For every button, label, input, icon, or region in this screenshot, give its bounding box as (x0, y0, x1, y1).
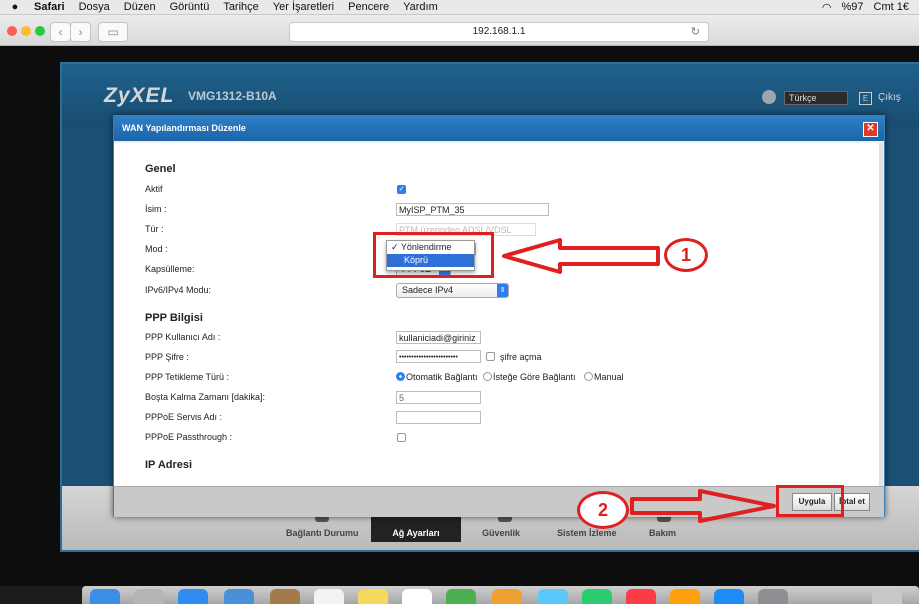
annotation-step-1: 1 (664, 238, 708, 272)
zoom-window-icon[interactable] (35, 26, 45, 36)
section-general: Genel (145, 163, 176, 175)
trigger-auto-radio[interactable] (396, 372, 405, 381)
calendar-icon[interactable] (314, 589, 344, 604)
ip-mode-select[interactable]: Sadece IPv4 ⇕ (396, 283, 509, 298)
books-icon[interactable] (670, 589, 700, 604)
launchpad-icon[interactable] (134, 589, 164, 604)
safari-toolbar: ‹ › ▭ 192.168.1.1 ↻ (0, 15, 919, 46)
pppoe-passthrough-label: PPPoE Passthrough : (145, 432, 233, 442)
ppp-password-input[interactable]: •••••••••••••••••••••••• (396, 350, 481, 363)
photos-icon[interactable] (492, 589, 522, 604)
menu-safari[interactable]: Safari (34, 1, 65, 13)
show-password-checkbox[interactable] (486, 352, 495, 361)
ppp-trigger-label: PPP Tetikleme Türü : (145, 372, 230, 382)
encapsulation-label: Kapsülleme: (145, 264, 195, 274)
pppoe-service-label: PPPoE Servis Adı : (145, 412, 223, 422)
show-password-label: şifre açma (500, 352, 542, 362)
trigger-ondemand-radio[interactable] (483, 372, 492, 381)
menu-view[interactable]: Görüntü (170, 1, 210, 13)
forward-button[interactable]: › (70, 22, 91, 42)
zyxel-logo: ZyXEL (104, 84, 175, 107)
active-label: Aktif (145, 184, 163, 194)
notes-icon[interactable] (358, 589, 388, 604)
idle-timeout-input[interactable]: 5 (396, 391, 481, 404)
menu-history[interactable]: Tarihçe (223, 1, 258, 13)
menu-bookmarks[interactable]: Yer İşaretleri (273, 1, 334, 13)
nav-security[interactable]: Güvenlik (482, 528, 520, 538)
maps-icon[interactable] (446, 589, 476, 604)
app-store-icon[interactable] (714, 589, 744, 604)
facetime-icon[interactable] (582, 589, 612, 604)
reminders-icon[interactable] (402, 589, 432, 604)
wifi-icon[interactable]: ◠ (822, 1, 832, 14)
trash-icon[interactable] (872, 589, 902, 604)
menu-extras: ◠ %97 Cmt 1€ (822, 0, 919, 14)
finder-icon[interactable] (90, 589, 120, 604)
nav-system-monitor[interactable]: Sistem İzleme (557, 528, 617, 538)
safari-icon[interactable] (178, 589, 208, 604)
pppoe-passthrough-checkbox[interactable] (397, 433, 406, 442)
annotation-box-apply (776, 485, 844, 517)
trigger-manual-radio[interactable] (584, 372, 593, 381)
logout-link[interactable]: Çıkış (878, 92, 901, 103)
annotation-arrow-1 (502, 238, 660, 274)
dialog-title: WAN Yapılandırması Düzenle (114, 116, 884, 141)
type-label: Tür : (145, 224, 164, 234)
ip-mode-arrow-icon: ⇕ (497, 284, 508, 297)
battery-percent[interactable]: %97 (842, 1, 864, 13)
nav-maintenance[interactable]: Bakım (649, 528, 676, 538)
dialog-close-icon[interactable]: ✕ (863, 122, 878, 137)
menu-window[interactable]: Pencere (348, 1, 389, 13)
dialog-scrollbar[interactable] (879, 143, 883, 486)
clock[interactable]: Cmt 1€ (874, 1, 909, 13)
logout-icon[interactable]: E (859, 92, 872, 105)
sidebar-toggle-button[interactable]: ▭ (98, 22, 128, 42)
ip-mode-value: Sadece IPv4 (402, 285, 454, 295)
trigger-auto-label: Otomatik Bağlantı (406, 372, 478, 382)
ppp-user-input[interactable]: kullaniciadi@giriniz (396, 331, 481, 344)
apple-icon[interactable]: ● (8, 1, 22, 13)
messages-icon[interactable] (538, 589, 568, 604)
contacts-icon[interactable] (270, 589, 300, 604)
ppp-user-label: PPP Kullanıcı Adı : (145, 332, 221, 342)
url-text: 192.168.1.1 (472, 26, 526, 37)
annotation-box-mode (373, 232, 494, 278)
close-window-icon[interactable] (7, 26, 17, 36)
idle-timeout-label: Boşta Kalma Zamanı [dakika]: (145, 392, 266, 402)
ppp-password-label: PPP Şifre : (145, 352, 189, 362)
ip-mode-label: IPv6/IPv4 Modu: (145, 285, 212, 295)
mail-icon[interactable] (224, 589, 254, 604)
back-button[interactable]: ‹ (50, 22, 71, 42)
section-ip-address: IP Adresi (145, 459, 193, 471)
wan-config-dialog: WAN Yapılandırması Düzenle ✕ Genel Aktif… (113, 115, 885, 517)
dialog-body: Genel Aktif ✓ İsim : MyISP_PTM_35 Tür : … (114, 143, 883, 486)
reload-icon[interactable]: ↻ (691, 23, 700, 41)
macos-dock (82, 586, 919, 604)
name-input[interactable]: MyISP_PTM_35 (396, 203, 549, 216)
mode-label: Mod : (145, 244, 168, 254)
section-ppp: PPP Bilgisi (145, 312, 203, 324)
trigger-manual-label: Manual (594, 372, 624, 382)
trigger-ondemand-label: İsteğe Göre Bağlantı (493, 372, 576, 382)
nav-connection-status[interactable]: Bağlantı Durumu (286, 528, 359, 538)
language-select[interactable]: Türkçe (784, 91, 848, 105)
macos-menu-bar: ● Safari Dosya Düzen Görüntü Tarihçe Yer… (0, 0, 919, 15)
menu-edit[interactable]: Düzen (124, 1, 156, 13)
menu-help[interactable]: Yardım (403, 1, 438, 13)
address-bar[interactable]: 192.168.1.1 ↻ (289, 22, 709, 42)
music-icon[interactable] (626, 589, 656, 604)
annotation-step-2: 2 (577, 491, 629, 529)
model-name: VMG1312-B10A (188, 89, 277, 103)
pppoe-service-input[interactable] (396, 411, 481, 424)
name-label: İsim : (145, 204, 167, 214)
minimize-window-icon[interactable] (21, 26, 31, 36)
active-checkbox[interactable]: ✓ (397, 185, 406, 194)
user-icon (762, 90, 776, 104)
menu-file[interactable]: Dosya (79, 1, 110, 13)
annotation-arrow-2 (630, 489, 776, 523)
settings-icon[interactable] (758, 589, 788, 604)
